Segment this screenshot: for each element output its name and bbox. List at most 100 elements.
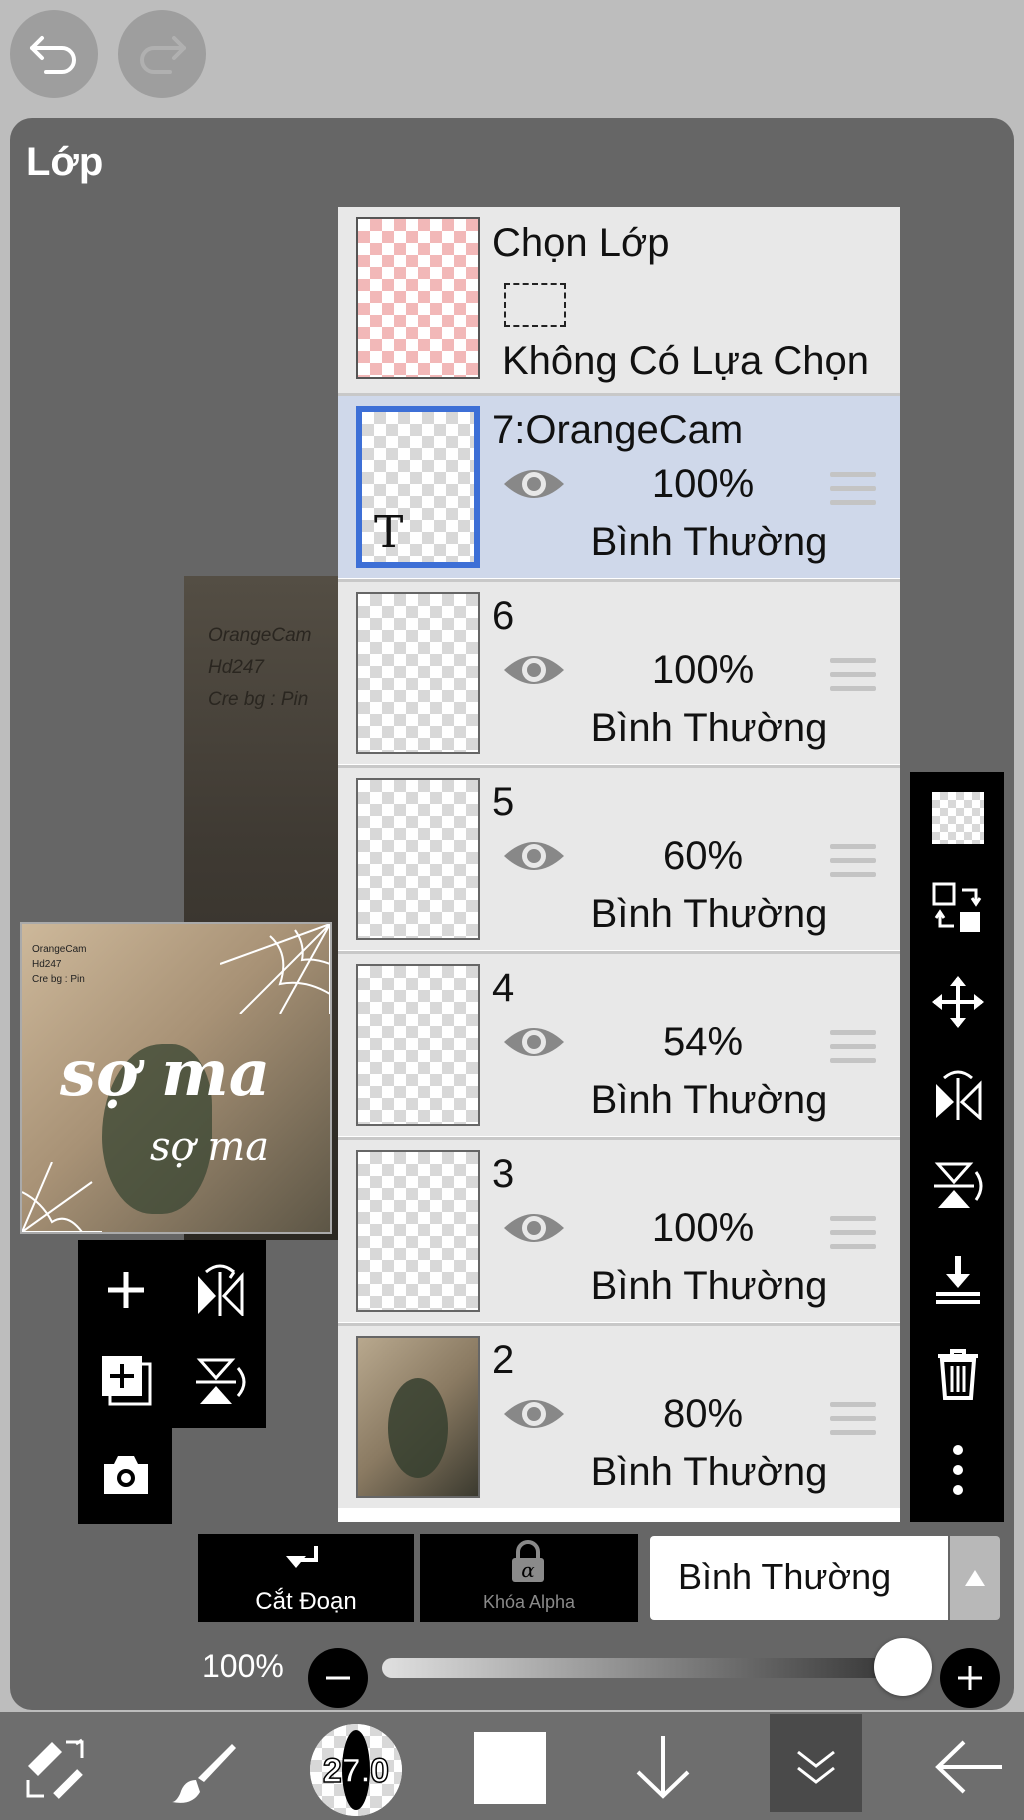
drag-handle-icon[interactable] xyxy=(830,1030,876,1064)
trash-icon[interactable] xyxy=(932,1348,984,1400)
opacity-slider-track[interactable] xyxy=(382,1658,932,1678)
alpha-lock-button[interactable]: α Khóa Alpha xyxy=(420,1534,638,1622)
layer-opacity: 100% xyxy=(651,1206,755,1250)
arrow-left-icon xyxy=(935,1740,1002,1794)
layer-row-3[interactable]: 3 100% Bình Thường xyxy=(338,1137,900,1322)
flip-vertical-icon[interactable] xyxy=(932,1160,984,1212)
drag-handle-icon[interactable] xyxy=(830,1216,876,1250)
visibility-eye-icon[interactable] xyxy=(502,464,566,504)
layer-opacity: 54% xyxy=(662,1020,744,1064)
layer-row-5[interactable]: 5 60% Bình Thường xyxy=(338,765,900,950)
spiderweb-icon xyxy=(220,924,330,1014)
brush-size-button[interactable]: 27.0 xyxy=(310,1724,402,1816)
clipping-button[interactable]: Cắt Đoạn xyxy=(198,1534,414,1622)
transfer-layer-icon[interactable] xyxy=(932,882,984,934)
visibility-eye-icon[interactable] xyxy=(502,836,566,876)
layer-name: 2 xyxy=(492,1338,515,1382)
layer-row-2[interactable]: 2 80% Bình Thường xyxy=(338,1323,900,1508)
color-swatch-button[interactable] xyxy=(474,1732,546,1804)
drag-handle-icon[interactable] xyxy=(830,658,876,692)
preview-credit: Cre bg : Pin xyxy=(32,974,85,985)
credit-line: Hd247 xyxy=(208,657,264,678)
selection-thumbnail xyxy=(356,217,480,379)
layer-row-6[interactable]: 6 100% Bình Thường xyxy=(338,579,900,764)
canvas-preview[interactable]: OrangeCam Hd247 Cre bg : Pin sợ ma sợ ma xyxy=(20,922,332,1234)
flip-horizontal-icon[interactable] xyxy=(932,1068,984,1120)
layer-thumbnail xyxy=(356,592,480,754)
back-button[interactable] xyxy=(934,1736,1004,1803)
layer-thumbnail xyxy=(356,778,480,940)
preview-credit: Hd247 xyxy=(32,959,62,970)
preview-small-text: sợ ma xyxy=(150,1124,270,1170)
opacity-slider-thumb[interactable] xyxy=(874,1638,932,1696)
layer-name: 7:OrangeCam xyxy=(492,408,744,452)
move-layer-down-button[interactable] xyxy=(632,1734,694,1805)
layer-thumbnail xyxy=(356,964,480,1126)
layer-blend-mode: Bình Thường xyxy=(590,1078,828,1122)
layer-row-4[interactable]: 4 54% Bình Thường xyxy=(338,951,900,1136)
blend-mode-value: Bình Thường xyxy=(678,1556,892,1597)
transparency-checker-icon[interactable] xyxy=(932,792,984,844)
arrow-down-icon xyxy=(636,1736,690,1799)
flip-vertical-icon xyxy=(196,1358,246,1404)
credit-line: OrangeCam xyxy=(208,625,312,646)
layers-panel-button[interactable] xyxy=(770,1714,862,1812)
preview-credit: OrangeCam xyxy=(32,944,87,955)
camera-button[interactable] xyxy=(100,1452,152,1501)
layer-opacity: 100% xyxy=(651,648,755,692)
layer-row-7[interactable]: T 7:OrangeCam 100% Bình Thường xyxy=(338,393,900,578)
clipping-label: Cắt Đoạn xyxy=(255,1588,357,1615)
undo-button[interactable] xyxy=(10,10,98,98)
layer-name: 4 xyxy=(492,966,515,1010)
duplicate-layer-button[interactable] xyxy=(100,1354,154,1413)
brush-tool-button[interactable] xyxy=(170,1736,240,1811)
lock-icon: α xyxy=(512,1540,544,1582)
layer-blend-mode: Bình Thường xyxy=(590,1450,828,1494)
selection-layer-row[interactable]: Chọn Lớp Không Có Lựa Chọn xyxy=(338,207,900,393)
drag-handle-icon[interactable] xyxy=(830,472,876,506)
layer-opacity: 100% xyxy=(651,462,755,506)
text-layer-icon: T xyxy=(374,507,404,558)
plus-icon xyxy=(108,1272,144,1308)
minus-icon xyxy=(326,1676,350,1680)
brush-size-value: 27.0 xyxy=(322,1751,390,1791)
layer-thumbnail xyxy=(356,1336,480,1498)
camera-icon xyxy=(104,1456,148,1494)
layer-list: Chọn Lớp Không Có Lựa Chọn T 7:OrangeCam… xyxy=(338,207,900,1522)
layer-tools-sidebar xyxy=(910,772,1004,1522)
transform-tool-button[interactable] xyxy=(22,1736,88,1807)
drag-handle-icon[interactable] xyxy=(830,1402,876,1436)
layer-thumbnail: T xyxy=(356,406,480,568)
selection-layer-title: Chọn Lớp xyxy=(492,221,670,265)
layer-blend-mode: Bình Thường xyxy=(590,520,828,564)
drag-handle-icon[interactable] xyxy=(830,844,876,878)
double-chevron-down-icon xyxy=(797,1750,835,1784)
layer-name: 5 xyxy=(492,780,515,824)
layer-blend-mode: Bình Thường xyxy=(590,1264,828,1308)
clipping-arrow-icon xyxy=(286,1546,318,1568)
visibility-eye-icon[interactable] xyxy=(502,1022,566,1062)
transform-eraser-icon xyxy=(26,1738,84,1799)
move-icon[interactable] xyxy=(932,976,984,1028)
blend-mode-dropdown-button[interactable] xyxy=(950,1536,1000,1620)
plus-icon xyxy=(958,1666,982,1690)
opacity-decrease-button[interactable] xyxy=(308,1648,368,1708)
brush-icon xyxy=(172,1744,236,1803)
flip-vertical-button[interactable] xyxy=(192,1354,248,1415)
blend-mode-select[interactable]: Bình Thường xyxy=(650,1536,948,1620)
flip-horizontal-button[interactable] xyxy=(192,1262,248,1321)
credit-line: Cre bg : Pin xyxy=(208,689,309,710)
triangle-up-icon xyxy=(965,1570,985,1586)
opacity-increase-button[interactable] xyxy=(940,1648,1000,1708)
visibility-eye-icon[interactable] xyxy=(502,1208,566,1248)
more-options-icon[interactable] xyxy=(932,1444,984,1496)
layer-blend-mode: Bình Thường xyxy=(590,892,828,936)
visibility-eye-icon[interactable] xyxy=(502,650,566,690)
merge-down-icon[interactable] xyxy=(932,1254,984,1306)
add-layer-button[interactable] xyxy=(104,1268,148,1317)
redo-button[interactable] xyxy=(118,10,206,98)
preview-big-text: sợ ma xyxy=(60,1036,271,1111)
duplicate-icon xyxy=(102,1356,152,1406)
visibility-eye-icon[interactable] xyxy=(502,1394,566,1434)
layer-opacity: 80% xyxy=(662,1392,744,1436)
